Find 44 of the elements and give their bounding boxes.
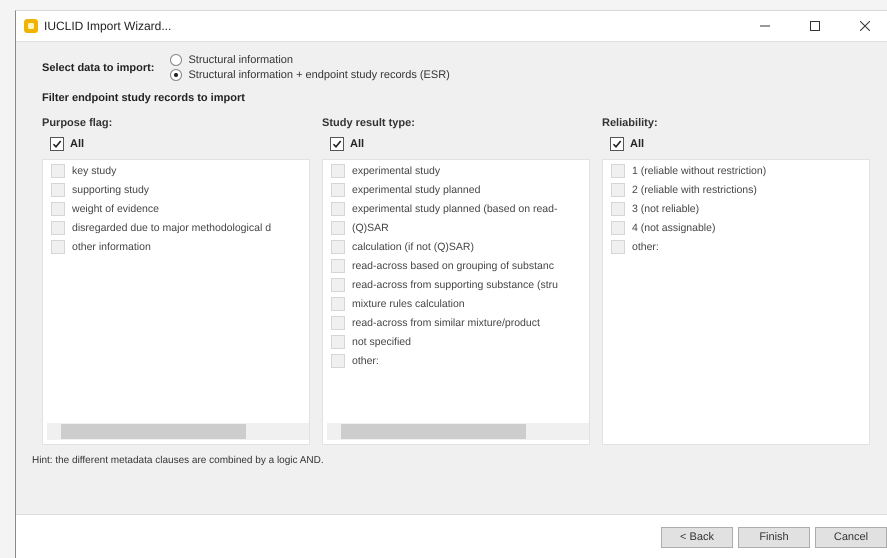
checkbox-label: (Q)SAR <box>352 222 389 234</box>
checkbox-label: 1 (reliable without restriction) <box>632 165 766 177</box>
checkbox-label: key study <box>72 165 116 177</box>
checkbox-label: not specified <box>352 336 411 348</box>
checkbox-label: 2 (reliable with restrictions) <box>632 184 757 196</box>
checkbox-label: read-across from similar mixture/product <box>352 317 540 329</box>
checkbox-label: experimental study planned (based on read- <box>352 203 558 215</box>
checkbox-label: weight of evidence <box>72 203 159 215</box>
checkbox-label: disregarded due to major methodological d <box>72 222 272 234</box>
checkbox[interactable] <box>330 137 344 151</box>
checkbox-label: supporting study <box>72 184 150 196</box>
app-icon <box>24 19 38 33</box>
checkbox-label: calculation (if not (Q)SAR) <box>352 241 474 253</box>
filter-label: Reliability: <box>602 117 658 129</box>
checkbox-label: All <box>70 138 84 150</box>
checkbox-label: read-across from supporting substance (stru <box>352 279 558 291</box>
checkbox-label: read-across based on grouping of substanc <box>352 260 554 272</box>
horizontal-scrollbar[interactable] <box>327 423 589 440</box>
maximize-icon <box>810 21 820 31</box>
checkbox-label: experimental study <box>352 165 440 177</box>
window-title: IUCLID Import Wizard... <box>44 19 172 33</box>
checkbox-label: 3 (not reliable) <box>632 203 700 215</box>
checkbox-label: All <box>350 138 364 150</box>
filter-label: Purpose flag: <box>42 117 112 129</box>
checkbox-label: other: <box>352 355 379 367</box>
checkbox-label: other: <box>632 241 659 253</box>
select-data-label: Select data to import: <box>42 62 154 74</box>
wizard-button[interactable]: Cancel <box>815 526 887 548</box>
radio-option[interactable]: Structural information <box>170 54 450 66</box>
filter-label: Study result type: <box>322 117 415 129</box>
radio-option[interactable]: Structural information + endpoint study records (ESR) <box>170 69 450 81</box>
checkbox-label: 4 (not assignable) <box>632 222 716 234</box>
checkbox[interactable] <box>610 137 624 151</box>
checkbox-label: other information <box>72 241 151 253</box>
checkbox-label: mixture rules calculation <box>352 298 465 310</box>
wizard-button[interactable]: Finish <box>738 526 810 548</box>
horizontal-scrollbar[interactable] <box>47 423 309 440</box>
section-heading: Filter endpoint study records to import <box>42 92 246 104</box>
checkbox-label: All <box>630 138 644 150</box>
hint-text: Hint: the different metadata clauses are combined by a logic AND. <box>32 455 325 466</box>
close-icon <box>860 21 870 31</box>
checkbox[interactable] <box>50 137 64 151</box>
checkbox-label: experimental study planned <box>352 184 480 196</box>
wizard-button[interactable]: < Back <box>661 526 733 548</box>
